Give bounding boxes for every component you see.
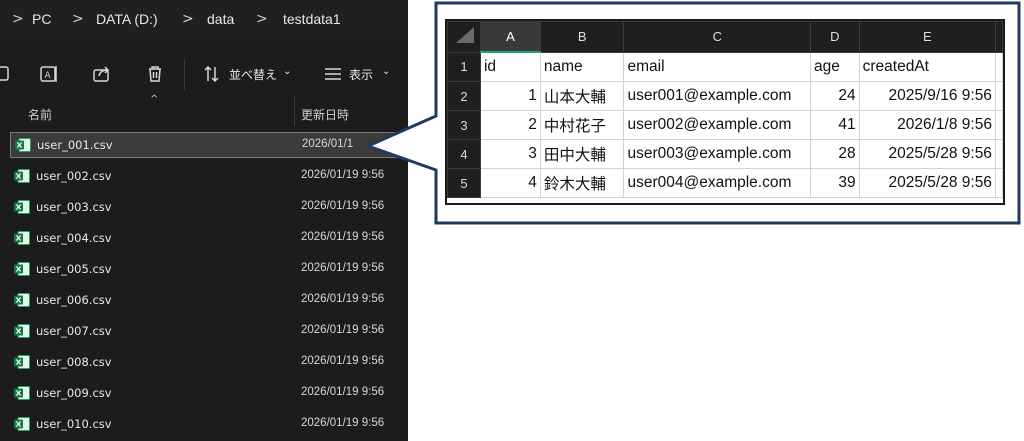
spreadsheet-row: 1 id name email age createdAt [447,51,1004,82]
cell[interactable]: 39 [810,168,860,198]
cell[interactable]: 41 [810,110,860,140]
cell-spacer [994,110,1004,140]
cell-spacer [994,51,1004,82]
row-number[interactable]: 4 [447,139,481,169]
row-number[interactable]: 5 [447,168,481,198]
spreadsheet-row: 4 3 田中大輔 user003@example.com 28 2025/5/28 9:5… [447,139,1004,169]
cell[interactable]: name [539,51,625,82]
cell[interactable]: 3 [479,139,541,169]
cell[interactable]: 中村花子 [539,110,625,140]
cell[interactable]: createdAt [858,51,996,82]
row-number[interactable]: 2 [447,81,481,111]
cell[interactable]: email [623,51,812,82]
cell[interactable]: 2025/5/28 9:56 [858,168,996,198]
cell[interactable]: 鈴木大輔 [539,168,625,198]
cell[interactable]: 28 [810,139,860,169]
row-number[interactable]: 3 [447,110,481,140]
corner-triangle-icon [455,27,474,44]
cell[interactable]: 4 [479,168,541,198]
column-letter[interactable]: E [858,21,996,53]
row-number[interactable]: 1 [447,51,481,82]
column-letter[interactable]: D [810,21,860,53]
cell[interactable]: 2025/5/28 9:56 [858,139,996,169]
cell-spacer [994,168,1004,198]
column-letter[interactable]: A [479,21,541,53]
column-letter[interactable]: B [539,21,625,53]
spreadsheet-row: 2 1 山本大輔 user001@example.com 24 2025/9/16 9:5… [447,81,1004,111]
spreadsheet-preview: A B C D E 1 id name email age createdAt 2 1 山本大輔… [447,21,1004,203]
cell[interactable]: 2025/9/16 9:56 [858,81,996,111]
cell[interactable]: 24 [810,81,860,111]
spreadsheet-grid: A B C D E 1 id name email age createdAt 2 1 山本大輔… [447,21,1004,198]
cell[interactable]: user003@example.com [623,139,812,169]
select-all-corner[interactable] [447,21,481,53]
cell[interactable]: id [479,51,541,82]
cell[interactable]: user001@example.com [623,81,812,111]
cell[interactable]: 2 [479,110,541,140]
cell[interactable]: age [810,51,860,82]
cell[interactable]: user004@example.com [623,168,812,198]
cell-spacer [994,139,1004,169]
cell[interactable]: 1 [479,81,541,111]
column-letter-spacer [994,21,1004,53]
cell-spacer [994,81,1004,111]
cell[interactable]: 2026/1/8 9:56 [858,110,996,140]
cell[interactable]: 田中大輔 [539,139,625,169]
spreadsheet-row: 5 4 鈴木大輔 user004@example.com 39 2025/5/28 9:5… [447,168,1004,198]
cell[interactable]: 山本大輔 [539,81,625,111]
cell[interactable]: user002@example.com [623,110,812,140]
spreadsheet-body: 1 id name email age createdAt 2 1 山本大輔 user001@ex… [447,51,1004,198]
spreadsheet-row: 3 2 中村花子 user002@example.com 41 2026/1/8 9:56 [447,110,1004,140]
column-letter[interactable]: C [623,21,812,53]
